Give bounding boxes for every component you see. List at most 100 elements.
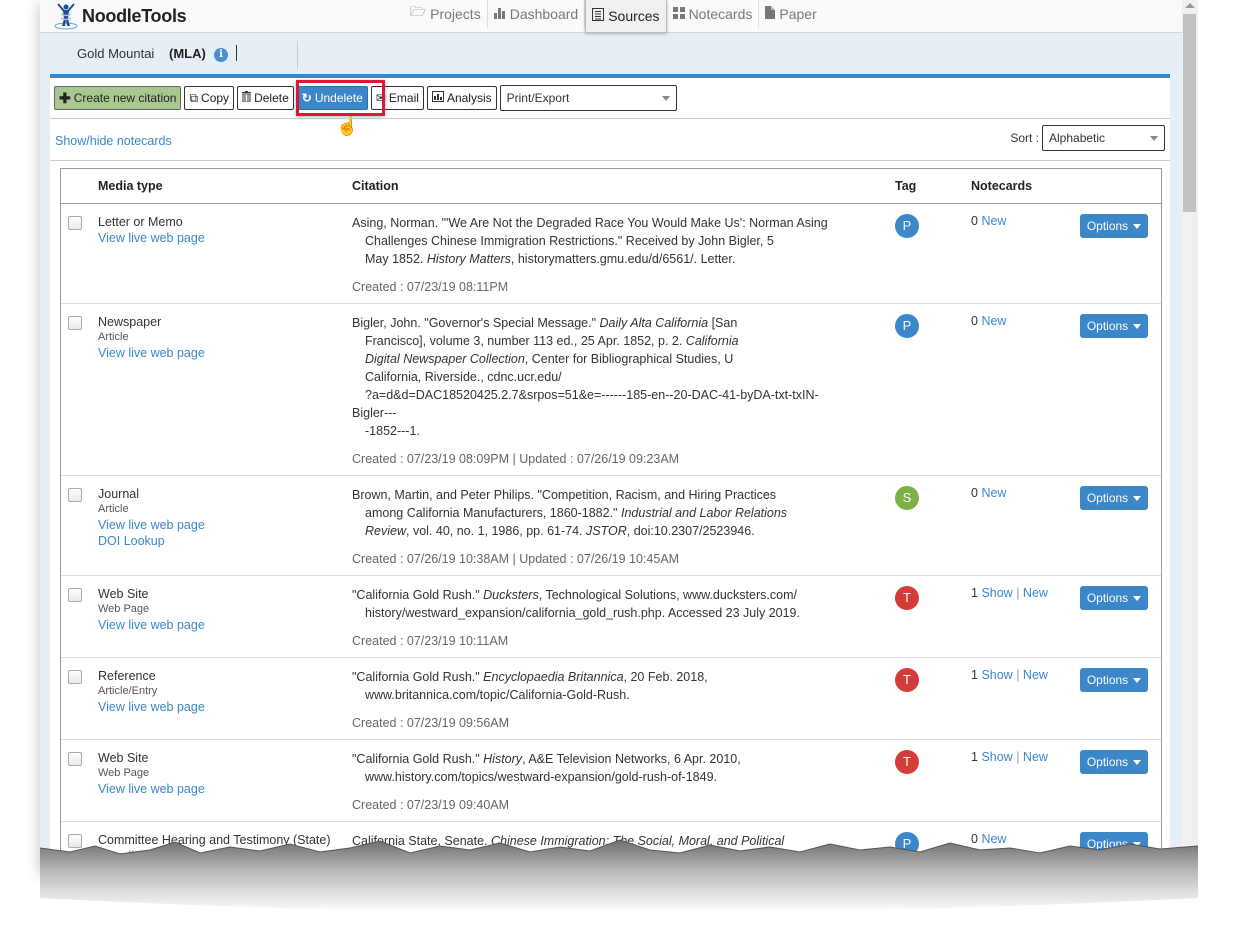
doi-lookup-link[interactable]: DOI Lookup	[98, 533, 205, 549]
view-live-web-page-link[interactable]: View live web page	[98, 230, 205, 246]
options-button[interactable]: Options	[1080, 668, 1148, 692]
citation-text: History Matters	[426, 252, 511, 266]
tag-badge[interactable]: T	[895, 586, 919, 610]
row-checkbox[interactable]	[68, 588, 82, 602]
plus-icon: ✚	[59, 89, 71, 106]
new-notecard-link[interactable]: New	[981, 214, 1006, 228]
scroll-up-arrow-icon[interactable]	[1185, 3, 1195, 8]
tab-sources[interactable]: Sources	[585, 0, 667, 33]
copy-button[interactable]: ⧉ Copy	[184, 86, 235, 110]
logo-figure-icon	[54, 3, 78, 30]
delete-label: Delete	[254, 91, 289, 105]
header-citation[interactable]: Citation	[352, 179, 399, 193]
citation-text: JSTOR	[586, 524, 627, 538]
media-type: Newspaper	[98, 315, 162, 329]
media-type: Reference	[98, 669, 156, 683]
view-live-web-page-link[interactable]: View live web page	[98, 517, 205, 533]
tab-label: Sources	[608, 8, 660, 24]
analysis-button[interactable]: Analysis	[426, 86, 497, 110]
citation-line: California, Riverside., cdnc.ucr.edu/	[352, 368, 852, 386]
tag-badge[interactable]: T	[895, 668, 919, 692]
notecard-count: 0	[971, 214, 978, 228]
tab-paper[interactable]: Paper	[759, 0, 822, 28]
text-cursor	[236, 45, 237, 61]
options-button[interactable]: Options	[1080, 586, 1148, 610]
divider	[50, 160, 1170, 161]
tag-badge[interactable]: P	[895, 314, 919, 338]
show-notecards-link[interactable]: Show	[981, 586, 1012, 600]
citation-text: history/westward_expansion/california_go…	[365, 606, 800, 620]
view-live-web-page-link[interactable]: View live web page	[98, 617, 205, 633]
vertical-scrollbar[interactable]	[1182, 0, 1198, 870]
notecard-count: 0	[971, 314, 978, 328]
options-label: Options	[1086, 491, 1129, 505]
show-notecards-link[interactable]: Show	[981, 668, 1012, 682]
new-notecard-link[interactable]: New	[1023, 750, 1048, 764]
citation-text: among California Manufacturers, 1860-188…	[365, 506, 621, 520]
scrollbar-thumb[interactable]	[1183, 14, 1196, 212]
analysis-label: Analysis	[446, 91, 492, 105]
info-circle-icon[interactable]: i	[214, 48, 228, 62]
notecards-cell: 0 New	[971, 314, 1006, 328]
options-button[interactable]: Options	[1080, 486, 1148, 510]
row-checkbox[interactable]	[68, 316, 82, 330]
new-notecard-link[interactable]: New	[1023, 668, 1048, 682]
citation-text: ?a=d&d=DAC18520425.2.7&srpos=51&e=------…	[365, 388, 819, 402]
citation-line: history/westward_expansion/california_go…	[352, 604, 852, 622]
options-button[interactable]: Options	[1080, 214, 1148, 238]
new-notecard-link[interactable]: New	[981, 486, 1006, 500]
create-citation-button[interactable]: ✚ Create new citation	[54, 86, 182, 110]
created-timestamp: Created : 07/23/19 10:11AM	[352, 634, 509, 648]
row-checkbox[interactable]	[68, 670, 82, 684]
chevron-down-icon	[1133, 223, 1142, 229]
project-name[interactable]: Gold Mountai	[77, 46, 154, 61]
sort-select[interactable]: Alphabetic	[1042, 125, 1165, 151]
view-live-web-page-link[interactable]: View live web page	[98, 699, 205, 715]
notecard-count: 1	[971, 750, 978, 764]
citation-text: "California Gold Rush."	[352, 588, 484, 602]
tab-dashboard[interactable]: Dashboard	[488, 0, 586, 28]
notecards-cell: 0 New	[971, 486, 1006, 500]
table-row: Web Site Web Page View live web page "Calif…	[61, 576, 1161, 658]
citation-text: Challenges Chinese Immigration Restricti…	[365, 234, 774, 248]
options-label: Options	[1086, 591, 1129, 605]
new-notecard-link[interactable]: New	[981, 314, 1006, 328]
citation-text: "California Gold Rush."	[352, 752, 484, 766]
app-name: NoodleTools	[82, 5, 187, 26]
noodletools-logo[interactable]: NoodleTools	[54, 2, 187, 30]
media-type: Letter or Memo	[98, 215, 183, 229]
row-checkbox[interactable]	[68, 488, 82, 502]
sort-label: Sort :	[1010, 131, 1039, 145]
options-button[interactable]: Options	[1080, 750, 1148, 774]
tab-notecards[interactable]: Notecards	[667, 0, 760, 28]
header-notecards[interactable]: Notecards	[971, 179, 1032, 193]
row-checkbox[interactable]	[68, 752, 82, 766]
tag-badge[interactable]: S	[895, 486, 919, 510]
citation-text: Ducksters	[483, 588, 539, 602]
trash-icon	[242, 91, 252, 105]
created-timestamp: Created : 07/23/19 08:11PM	[352, 280, 509, 294]
file-icon	[765, 6, 776, 22]
print-export-select[interactable]: Print/Export	[499, 85, 677, 111]
highlight-box	[296, 80, 385, 116]
tag-badge[interactable]: T	[895, 750, 919, 774]
delete-button[interactable]: Delete	[237, 86, 294, 110]
media-cell: Web Site Web Page View live web page	[98, 586, 205, 633]
header-tag[interactable]: Tag	[895, 179, 916, 193]
new-notecard-link[interactable]: New	[1023, 586, 1048, 600]
citation-text: Review	[365, 524, 406, 538]
tab-projects[interactable]: 🗁 Projects	[404, 0, 488, 28]
options-button[interactable]: Options	[1080, 314, 1148, 338]
tag-badge[interactable]: P	[895, 214, 919, 238]
citation-line: "California Gold Rush." Encyclopaedia Br…	[352, 668, 852, 686]
citation-text: Bigler---	[352, 406, 397, 420]
citation-line: among California Manufacturers, 1860-188…	[352, 504, 852, 522]
view-live-web-page-link[interactable]: View live web page	[98, 781, 205, 797]
header-media-type[interactable]: Media type	[98, 179, 163, 193]
show-notecards-link[interactable]: Show	[981, 750, 1012, 764]
notecard-count: 1	[971, 668, 978, 682]
row-checkbox[interactable]	[68, 216, 82, 230]
view-live-web-page-link[interactable]: View live web page	[98, 345, 205, 361]
citation-line: www.history.com/topics/westward-expansio…	[352, 768, 852, 786]
show-hide-notecards-link[interactable]: Show/hide notecards	[55, 134, 172, 148]
